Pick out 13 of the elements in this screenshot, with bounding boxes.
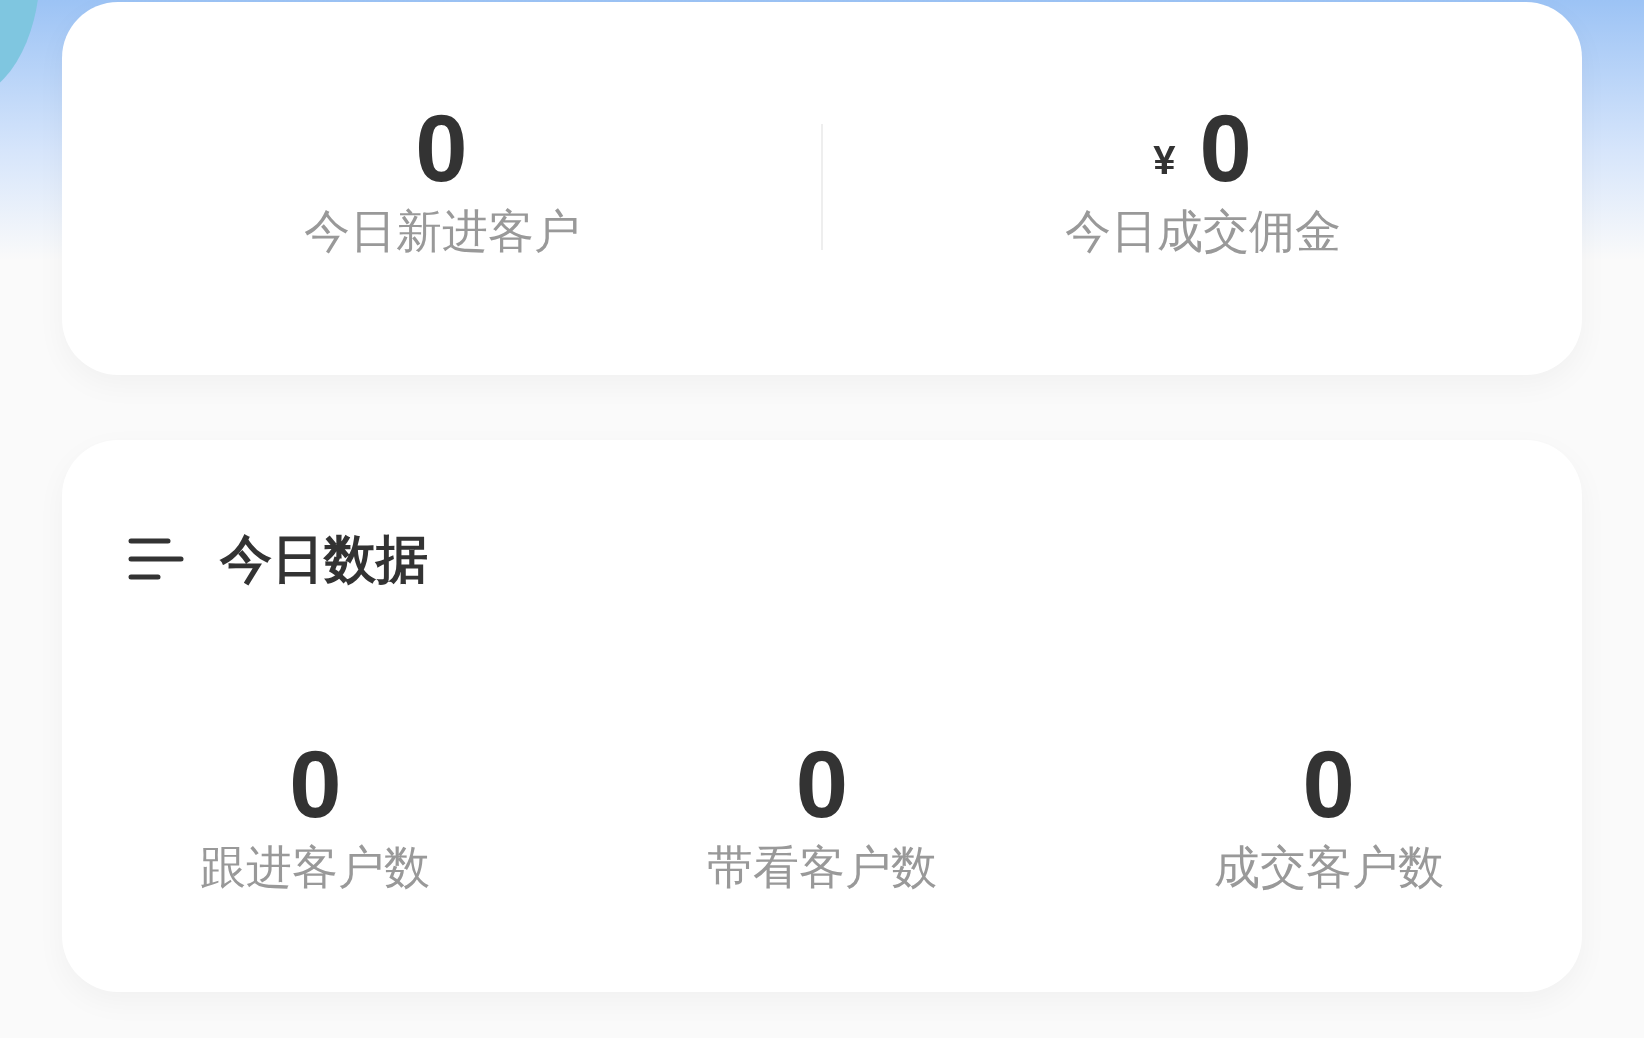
stat-value: 0 xyxy=(1199,102,1252,196)
stat-value: 0 xyxy=(415,102,468,196)
stat-label: 今日成交佣金 xyxy=(1064,203,1341,260)
menu-icon xyxy=(128,536,184,582)
stat-label: 成交客户数 xyxy=(1213,839,1444,896)
stat-value: 0 xyxy=(289,738,342,832)
stat-label: 今日新进客户 xyxy=(303,203,580,260)
currency-symbol: ¥ xyxy=(1153,137,1176,184)
stat-label: 跟进客户数 xyxy=(200,839,431,896)
stat-value: 0 xyxy=(795,738,849,832)
section-title: 今日数据 xyxy=(220,528,428,591)
stat-label: 带看客户数 xyxy=(707,839,937,896)
stat-value: 0 xyxy=(1302,738,1355,832)
